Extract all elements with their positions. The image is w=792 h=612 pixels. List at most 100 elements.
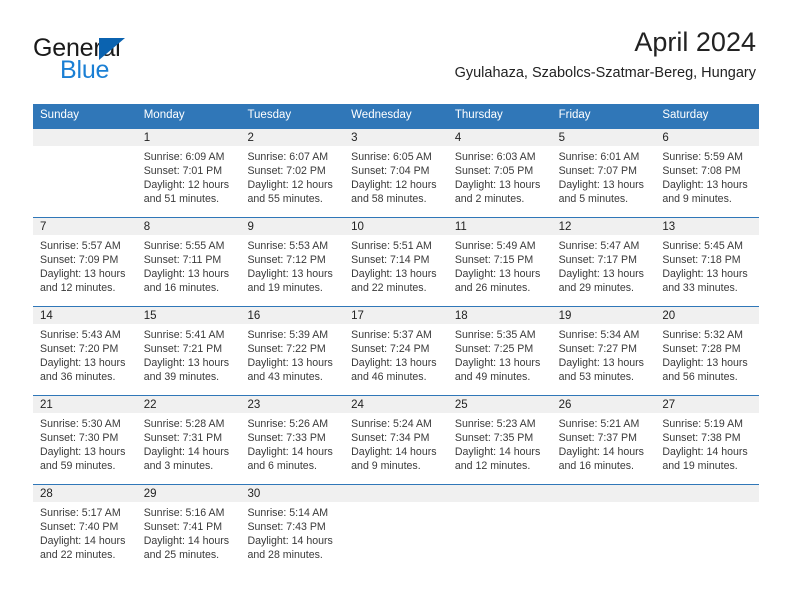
calendar-day-cell[interactable]: 10 Sunrise: 5:51 AM Sunset: 7:14 PM Dayligh…: [344, 217, 448, 306]
calendar-day-cell[interactable]: 12 Sunrise: 5:47 AM Sunset: 7:17 PM Dayligh…: [551, 217, 656, 306]
calendar-day-cell[interactable]: 25 Sunrise: 5:23 AM Sunset: 7:35 PM Dayligh…: [447, 395, 552, 484]
daylight-text: Daylight: 12 hours and 51 minutes.: [143, 178, 230, 206]
calendar-day-cell[interactable]: 9 Sunrise: 5:53 AM Sunset: 7:12 PM Daylight…: [240, 217, 345, 306]
sunset-text: Sunset: 7:27 PM: [558, 342, 637, 355]
day-number: 28: [33, 484, 137, 502]
calendar-day-cell[interactable]: 22 Sunrise: 5:28 AM Sunset: 7:31 PM Dayligh…: [136, 395, 241, 484]
day-number: 16: [240, 306, 345, 324]
calendar-day-cell[interactable]: 3 Sunrise: 6:05 AM Sunset: 7:04 PM Daylight…: [344, 128, 448, 217]
calendar-day-cell[interactable]: 17 Sunrise: 5:37 AM Sunset: 7:24 PM Dayligh…: [344, 306, 448, 395]
calendar-day-cell[interactable]: 7 Sunrise: 5:57 AM Sunset: 7:09 PM Daylight…: [33, 217, 137, 306]
calendar-day-cell[interactable]: 18 Sunrise: 5:35 AM Sunset: 7:25 PM Dayligh…: [447, 306, 552, 395]
daylight-text: Daylight: 13 hours and 39 minutes.: [143, 356, 230, 384]
sunrise-text: Sunrise: 5:45 AM: [662, 239, 743, 252]
page-subtitle: Gyulahaza, Szabolcs-Szatmar-Bereg, Hunga…: [454, 65, 756, 82]
day-number: [551, 484, 656, 502]
calendar-day-cell[interactable]: 30 Sunrise: 5:14 AM Sunset: 7:43 PM Dayligh…: [240, 484, 345, 573]
calendar-day-cell-empty: [551, 484, 656, 573]
general-blue-logo[interactable]: General Blue: [33, 34, 233, 86]
calendar-week-row: 1 Sunrise: 6:09 AM Sunset: 7:01 PM Daylight…: [33, 128, 760, 217]
calendar-week-row: 14 Sunrise: 5:43 AM Sunset: 7:20 PM Dayligh…: [33, 305, 760, 395]
day-details: Sunrise: 5:28 AM Sunset: 7:31 PM Daylight:…: [137, 413, 241, 473]
calendar-day-cell[interactable]: 11 Sunrise: 5:49 AM Sunset: 7:15 PM Dayligh…: [447, 217, 552, 306]
day-number: 14: [33, 306, 137, 324]
sunset-text: Sunset: 7:35 PM: [454, 431, 534, 444]
day-number: 7: [33, 217, 137, 235]
day-details: Sunrise: 5:16 AM Sunset: 7:41 PM Daylight:…: [137, 502, 241, 562]
calendar-page: General Blue April 2024 Gyulahaza, Szabo…: [0, 0, 792, 612]
day-details: Sunrise: 5:19 AM Sunset: 7:38 PM Daylight:…: [655, 413, 759, 473]
day-number: 2: [240, 128, 345, 146]
calendar-week-row: 28 Sunrise: 5:17 AM Sunset: 7:40 PM Dayligh…: [33, 483, 760, 573]
calendar-day-cell[interactable]: 23 Sunrise: 5:26 AM Sunset: 7:33 PM Dayligh…: [240, 395, 345, 484]
calendar-day-cell[interactable]: 13 Sunrise: 5:45 AM Sunset: 7:18 PM Dayligh…: [655, 217, 760, 306]
day-number: 20: [655, 306, 760, 324]
calendar-day-cell-empty: [447, 484, 552, 573]
weekday-header-friday: Friday: [558, 109, 591, 121]
calendar-day-cell[interactable]: 21 Sunrise: 5:30 AM Sunset: 7:30 PM Dayligh…: [33, 395, 137, 484]
calendar-day-cell[interactable]: 1 Sunrise: 6:09 AM Sunset: 7:01 PM Daylight…: [136, 128, 241, 217]
sunset-text: Sunset: 7:20 PM: [40, 342, 119, 355]
sunset-text: Sunset: 7:17 PM: [558, 253, 637, 266]
day-details: Sunrise: 5:30 AM Sunset: 7:30 PM Daylight:…: [33, 413, 137, 473]
calendar-day-cell[interactable]: 26 Sunrise: 5:21 AM Sunset: 7:37 PM Dayligh…: [551, 395, 656, 484]
daylight-text: Daylight: 14 hours and 19 minutes.: [662, 445, 748, 473]
calendar-day-cell[interactable]: 8 Sunrise: 5:55 AM Sunset: 7:11 PM Daylight…: [136, 217, 241, 306]
daylight-text: Daylight: 13 hours and 12 minutes.: [40, 267, 126, 295]
daylight-text: Daylight: 13 hours and 33 minutes.: [662, 267, 748, 295]
day-number: 25: [447, 395, 552, 413]
calendar-day-cell[interactable]: 28 Sunrise: 5:17 AM Sunset: 7:40 PM Dayligh…: [33, 484, 137, 573]
sunset-text: Sunset: 7:04 PM: [351, 164, 430, 177]
day-number: 27: [655, 395, 760, 413]
calendar-day-cell[interactable]: 29 Sunrise: 5:16 AM Sunset: 7:41 PM Dayligh…: [136, 484, 241, 573]
sunrise-text: Sunrise: 5:35 AM: [454, 328, 536, 341]
calendar-day-cell[interactable]: 24 Sunrise: 5:24 AM Sunset: 7:34 PM Dayligh…: [344, 395, 448, 484]
daylight-text: Daylight: 14 hours and 6 minutes.: [247, 445, 333, 473]
sunset-text: Sunset: 7:31 PM: [143, 431, 223, 444]
sunrise-text: Sunrise: 5:23 AM: [454, 417, 536, 430]
sunrise-text: Sunrise: 5:19 AM: [662, 417, 743, 430]
calendar-day-cell[interactable]: 20 Sunrise: 5:32 AM Sunset: 7:28 PM Dayligh…: [655, 306, 760, 395]
calendar-day-cell[interactable]: 27 Sunrise: 5:19 AM Sunset: 7:38 PM Dayligh…: [655, 395, 760, 484]
weekday-header-wednesday: Wednesday: [351, 109, 412, 121]
calendar-day-cell[interactable]: 5 Sunrise: 6:01 AM Sunset: 7:07 PM Daylight…: [551, 128, 656, 217]
daylight-text: Daylight: 13 hours and 26 minutes.: [454, 267, 541, 295]
sunset-text: Sunset: 7:11 PM: [143, 253, 222, 266]
sunset-text: Sunset: 7:15 PM: [454, 253, 534, 266]
daylight-text: Daylight: 14 hours and 28 minutes.: [247, 534, 333, 562]
day-details: [448, 502, 552, 506]
calendar-day-cell[interactable]: 19 Sunrise: 5:34 AM Sunset: 7:27 PM Dayligh…: [551, 306, 656, 395]
daylight-text: Daylight: 13 hours and 16 minutes.: [143, 267, 230, 295]
sunrise-text: Sunrise: 5:26 AM: [247, 417, 329, 430]
day-number: [33, 128, 137, 146]
day-number: 17: [344, 306, 448, 324]
calendar-day-cell[interactable]: 4 Sunrise: 6:03 AM Sunset: 7:05 PM Daylight…: [447, 128, 552, 217]
calendar-day-cell[interactable]: 2 Sunrise: 6:07 AM Sunset: 7:02 PM Daylight…: [240, 128, 345, 217]
day-details: Sunrise: 5:32 AM Sunset: 7:28 PM Daylight:…: [655, 324, 759, 384]
calendar-day-cell[interactable]: 15 Sunrise: 5:41 AM Sunset: 7:21 PM Dayligh…: [136, 306, 241, 395]
day-details: Sunrise: 5:39 AM Sunset: 7:22 PM Daylight:…: [240, 324, 344, 384]
day-details: Sunrise: 5:41 AM Sunset: 7:21 PM Daylight:…: [137, 324, 241, 384]
day-details: [33, 146, 137, 150]
sunset-text: Sunset: 7:01 PM: [143, 164, 223, 177]
calendar-day-cell[interactable]: 16 Sunrise: 5:39 AM Sunset: 7:22 PM Dayligh…: [240, 306, 345, 395]
day-number: 4: [447, 128, 552, 146]
calendar-day-cell[interactable]: 6 Sunrise: 5:59 AM Sunset: 7:08 PM Daylight…: [655, 128, 760, 217]
calendar-day-cell[interactable]: 14 Sunrise: 5:43 AM Sunset: 7:20 PM Dayligh…: [33, 306, 137, 395]
day-details: Sunrise: 6:03 AM Sunset: 7:05 PM Daylight:…: [448, 146, 552, 206]
day-number: 10: [344, 217, 448, 235]
daylight-text: Daylight: 14 hours and 25 minutes.: [143, 534, 230, 562]
sunrise-text: Sunrise: 5:49 AM: [454, 239, 536, 252]
calendar-week-row: 7 Sunrise: 5:57 AM Sunset: 7:09 PM Daylight…: [33, 216, 760, 306]
day-details: Sunrise: 5:21 AM Sunset: 7:37 PM Daylight:…: [552, 413, 656, 473]
calendar-day-cell-empty: [344, 484, 448, 573]
daylight-text: Daylight: 14 hours and 22 minutes.: [40, 534, 126, 562]
sunrise-text: Sunrise: 5:39 AM: [247, 328, 329, 341]
sunset-text: Sunset: 7:38 PM: [662, 431, 741, 444]
daylight-text: Daylight: 13 hours and 36 minutes.: [40, 356, 126, 384]
day-details: Sunrise: 5:24 AM Sunset: 7:34 PM Daylight:…: [344, 413, 448, 473]
sunrise-text: Sunrise: 5:59 AM: [662, 150, 743, 163]
daylight-text: Daylight: 13 hours and 46 minutes.: [351, 356, 437, 384]
sunset-text: Sunset: 7:08 PM: [662, 164, 741, 177]
day-number: 12: [551, 217, 656, 235]
